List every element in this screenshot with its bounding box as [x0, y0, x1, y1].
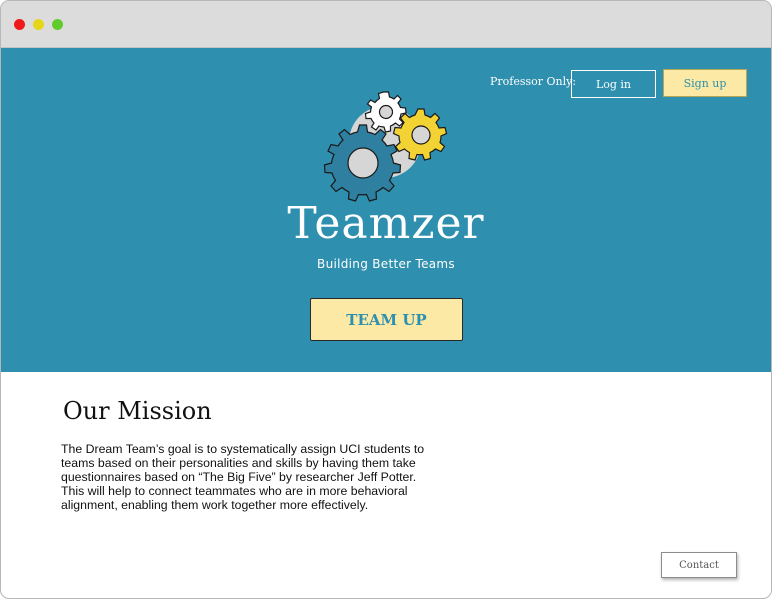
hero-banner: Professor Only: Log in Sign up Teamzer B… [1, 48, 771, 372]
browser-window: Professor Only: Log in Sign up Teamzer B… [0, 0, 772, 599]
maximize-window-icon[interactable] [52, 19, 63, 30]
brand-name: Teamzer [287, 198, 485, 249]
mission-body: The Dream Team’s goal is to systematical… [61, 442, 425, 512]
close-window-icon[interactable] [14, 19, 25, 30]
login-button[interactable]: Log in [571, 70, 656, 98]
signup-button[interactable]: Sign up [663, 69, 747, 97]
minimize-window-icon[interactable] [33, 19, 44, 30]
professor-only-label: Professor Only: [490, 75, 577, 88]
mission-title: Our Mission [63, 397, 212, 425]
window-titlebar [1, 1, 771, 48]
gears-icon [323, 91, 448, 202]
contact-button[interactable]: Contact [661, 552, 737, 578]
team-up-button[interactable]: TEAM UP [310, 298, 463, 341]
white-gear [364, 91, 407, 133]
tagline: Building Better Teams [317, 257, 455, 271]
